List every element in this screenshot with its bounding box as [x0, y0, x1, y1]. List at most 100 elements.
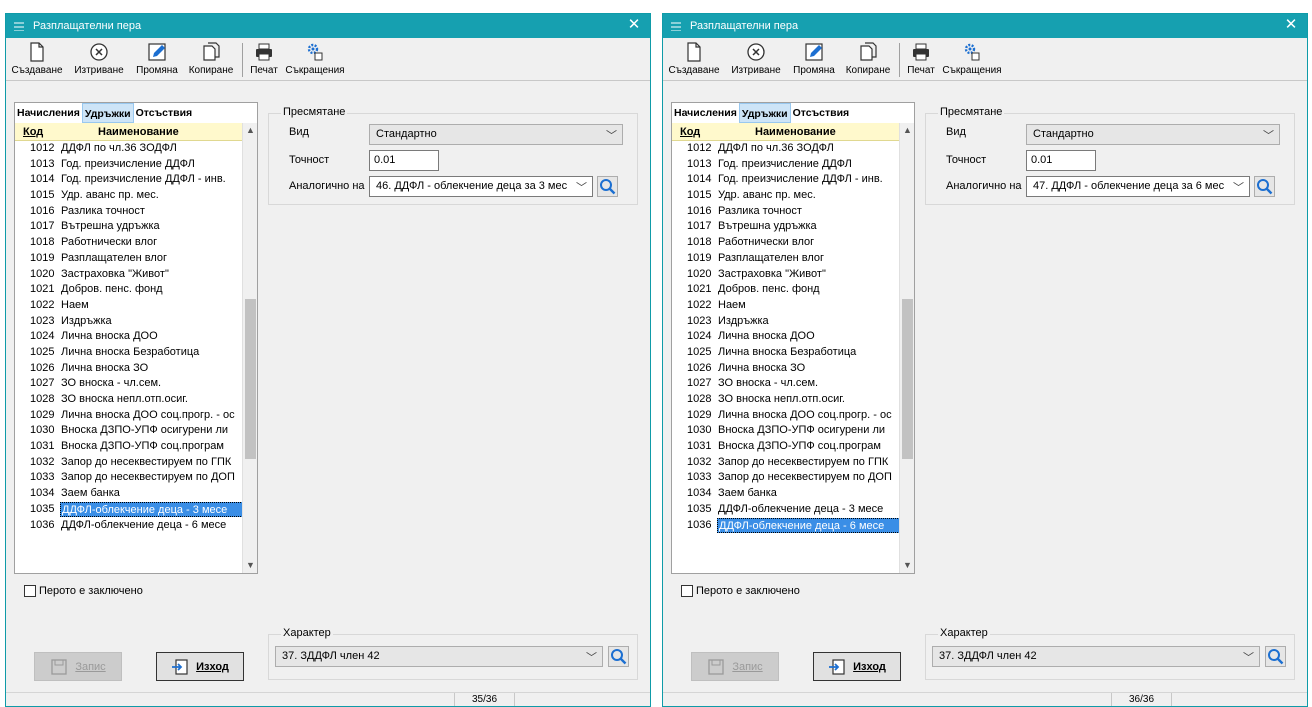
tab-accruals[interactable]: Начисления: [15, 103, 82, 123]
table-row[interactable]: 1015 Удр. аванс пр. мес.: [15, 188, 243, 204]
locked-checkbox[interactable]: Перото е заключено: [24, 585, 143, 597]
scroll-down-arrow-icon[interactable]: ▼: [243, 558, 258, 573]
table-row[interactable]: 1035 ДДФЛ-облекчение деца - 3 месе: [672, 502, 900, 518]
type-select[interactable]: Стандартно ﹀: [369, 124, 623, 145]
table-row[interactable]: 1013 Год. преизчисление ДДФЛ: [15, 157, 243, 173]
save-button[interactable]: Запис: [691, 652, 779, 681]
table-row[interactable]: 1024 Лична вноска ДОО: [15, 329, 243, 345]
table-row[interactable]: 1021 Добров. пенс. фонд: [672, 282, 900, 298]
table-row[interactable]: 1017 Вътрешна удръжка: [15, 219, 243, 235]
scroll-up-arrow-icon[interactable]: ▲: [243, 123, 258, 138]
analog-search-icon[interactable]: [1254, 176, 1275, 197]
table-row[interactable]: 1023 Издръжка: [15, 314, 243, 330]
table-row[interactable]: 1020 Застраховка "Живот": [672, 267, 900, 283]
table-row[interactable]: 1026 Лична вноска ЗО: [672, 361, 900, 377]
edit-button[interactable]: Промяна: [133, 41, 181, 79]
table-row[interactable]: 1026 Лична вноска ЗО: [15, 361, 243, 377]
table-row[interactable]: 1012 ДДФЛ по чл.36 ЗОДФЛ: [672, 141, 900, 157]
table-row[interactable]: 1019 Разплащателен влог: [15, 251, 243, 267]
edit-button[interactable]: Промяна: [790, 41, 838, 79]
print-button[interactable]: Печат: [904, 41, 938, 79]
table-row[interactable]: 1014 Год. преизчисление ДДФЛ - инв.: [15, 172, 243, 188]
precision-input[interactable]: 0.01: [369, 150, 439, 171]
column-header-name[interactable]: Наименование: [755, 126, 836, 138]
table-row[interactable]: 1035 ДДФЛ-облекчение деца - 3 месе: [15, 501, 243, 518]
save-button[interactable]: Запис: [34, 652, 122, 681]
table-row[interactable]: 1015 Удр. аванс пр. мес.: [672, 188, 900, 204]
vertical-scrollbar[interactable]: ▲ ▼: [899, 123, 914, 573]
table-row[interactable]: 1016 Разлика точност: [15, 204, 243, 220]
title-bar[interactable]: Разплащателни пера ✕: [6, 14, 650, 38]
delete-button[interactable]: Изтриване: [725, 41, 787, 79]
create-button[interactable]: Създаване: [665, 41, 723, 79]
analog-select[interactable]: 47. ДДФЛ - облекчение деца за 6 мес ﹀: [1026, 176, 1250, 197]
table-row[interactable]: 1024 Лична вноска ДОО: [672, 329, 900, 345]
column-header-name[interactable]: Наименование: [98, 126, 179, 138]
table-row[interactable]: 1031 Вноска ДЗПО-УПФ соц.програм: [15, 439, 243, 455]
table-row[interactable]: 1034 Заем банка: [15, 486, 243, 502]
table-row[interactable]: 1029 Лична вноска ДОО соц.прогр. - ос: [15, 408, 243, 424]
tab-deductions[interactable]: Удръжки: [81, 103, 134, 123]
scroll-down-arrow-icon[interactable]: ▼: [900, 558, 915, 573]
scroll-up-arrow-icon[interactable]: ▲: [900, 123, 915, 138]
table-row[interactable]: 1033 Запор до несеквестируем по ДОП: [672, 470, 900, 486]
column-header-code[interactable]: Код: [23, 126, 43, 138]
table-row[interactable]: 1034 Заем банка: [672, 486, 900, 502]
copy-button[interactable]: Копиране: [843, 41, 893, 79]
table-row[interactable]: 1036 ДДФЛ-облекчение деца - 6 месе: [15, 518, 243, 534]
table-row[interactable]: 1016 Разлика точност: [672, 204, 900, 220]
tab-absences[interactable]: Отсъствия: [134, 103, 195, 123]
table-row[interactable]: 1030 Вноска ДЗПО-УПФ осигурени ли: [672, 423, 900, 439]
table-row[interactable]: 1033 Запор до несеквестируем по ДОП: [15, 470, 243, 486]
title-bar[interactable]: Разплащателни пера ✕: [663, 14, 1307, 38]
table-row[interactable]: 1014 Год. преизчисление ДДФЛ - инв.: [672, 172, 900, 188]
table-row[interactable]: 1023 Издръжка: [672, 314, 900, 330]
table-row[interactable]: 1032 Запор до несеквестируем по ГПК: [672, 455, 900, 471]
close-button[interactable]: ✕: [626, 17, 642, 33]
table-row[interactable]: 1027 ЗО вноска - чл.сем.: [15, 376, 243, 392]
table-row[interactable]: 1018 Работнически влог: [15, 235, 243, 251]
table-row[interactable]: 1029 Лична вноска ДОО соц.прогр. - ос: [672, 408, 900, 424]
scroll-thumb[interactable]: [902, 299, 913, 460]
checkbox-box[interactable]: [24, 585, 36, 597]
precision-input[interactable]: 0.01: [1026, 150, 1096, 171]
table-row[interactable]: 1031 Вноска ДЗПО-УПФ соц.програм: [672, 439, 900, 455]
table-row[interactable]: 1027 ЗО вноска - чл.сем.: [672, 376, 900, 392]
tab-absences[interactable]: Отсъствия: [791, 103, 852, 123]
vertical-scrollbar[interactable]: ▲ ▼: [242, 123, 257, 573]
table-row[interactable]: 1020 Застраховка "Живот": [15, 267, 243, 283]
table-row[interactable]: 1017 Вътрешна удръжка: [672, 219, 900, 235]
exit-button[interactable]: Изход: [156, 652, 244, 681]
shortcuts-button[interactable]: Съкращения: [282, 41, 348, 79]
character-select[interactable]: 37. ЗДДФЛ член 42 ﹀: [275, 646, 603, 667]
type-select[interactable]: Стандартно ﹀: [1026, 124, 1280, 145]
column-header-code[interactable]: Код: [680, 126, 700, 138]
analog-search-icon[interactable]: [597, 176, 618, 197]
delete-button[interactable]: Изтриване: [68, 41, 130, 79]
shortcuts-button[interactable]: Съкращения: [939, 41, 1005, 79]
analog-select[interactable]: 46. ДДФЛ - облекчение деца за 3 мес ﹀: [369, 176, 593, 197]
table-row[interactable]: 1012 ДДФЛ по чл.36 ЗОДФЛ: [15, 141, 243, 157]
table-row[interactable]: 1013 Год. преизчисление ДДФЛ: [672, 157, 900, 173]
create-button[interactable]: Създаване: [8, 41, 66, 79]
character-select[interactable]: 37. ЗДДФЛ член 42 ﹀: [932, 646, 1260, 667]
table-row[interactable]: 1022 Наем: [672, 298, 900, 314]
table-row[interactable]: 1025 Лична вноска Безработица: [672, 345, 900, 361]
table-row[interactable]: 1032 Запор до несеквестируем по ГПК: [15, 455, 243, 471]
tab-accruals[interactable]: Начисления: [672, 103, 739, 123]
table-row[interactable]: 1018 Работнически влог: [672, 235, 900, 251]
exit-button[interactable]: Изход: [813, 652, 901, 681]
close-button[interactable]: ✕: [1283, 17, 1299, 33]
table-row[interactable]: 1036 ДДФЛ-облекчение деца - 6 месе: [672, 517, 900, 534]
table-row[interactable]: 1030 Вноска ДЗПО-УПФ осигурени ли: [15, 423, 243, 439]
table-row[interactable]: 1025 Лична вноска Безработица: [15, 345, 243, 361]
character-search-icon[interactable]: [608, 646, 629, 667]
table-row[interactable]: 1028 ЗО вноска непл.отп.осиг.: [15, 392, 243, 408]
copy-button[interactable]: Копиране: [186, 41, 236, 79]
locked-checkbox[interactable]: Перото е заключено: [681, 585, 800, 597]
print-button[interactable]: Печат: [247, 41, 281, 79]
table-row[interactable]: 1021 Добров. пенс. фонд: [15, 282, 243, 298]
table-row[interactable]: 1028 ЗО вноска непл.отп.осиг.: [672, 392, 900, 408]
tab-deductions[interactable]: Удръжки: [738, 103, 791, 123]
scroll-thumb[interactable]: [245, 299, 256, 460]
